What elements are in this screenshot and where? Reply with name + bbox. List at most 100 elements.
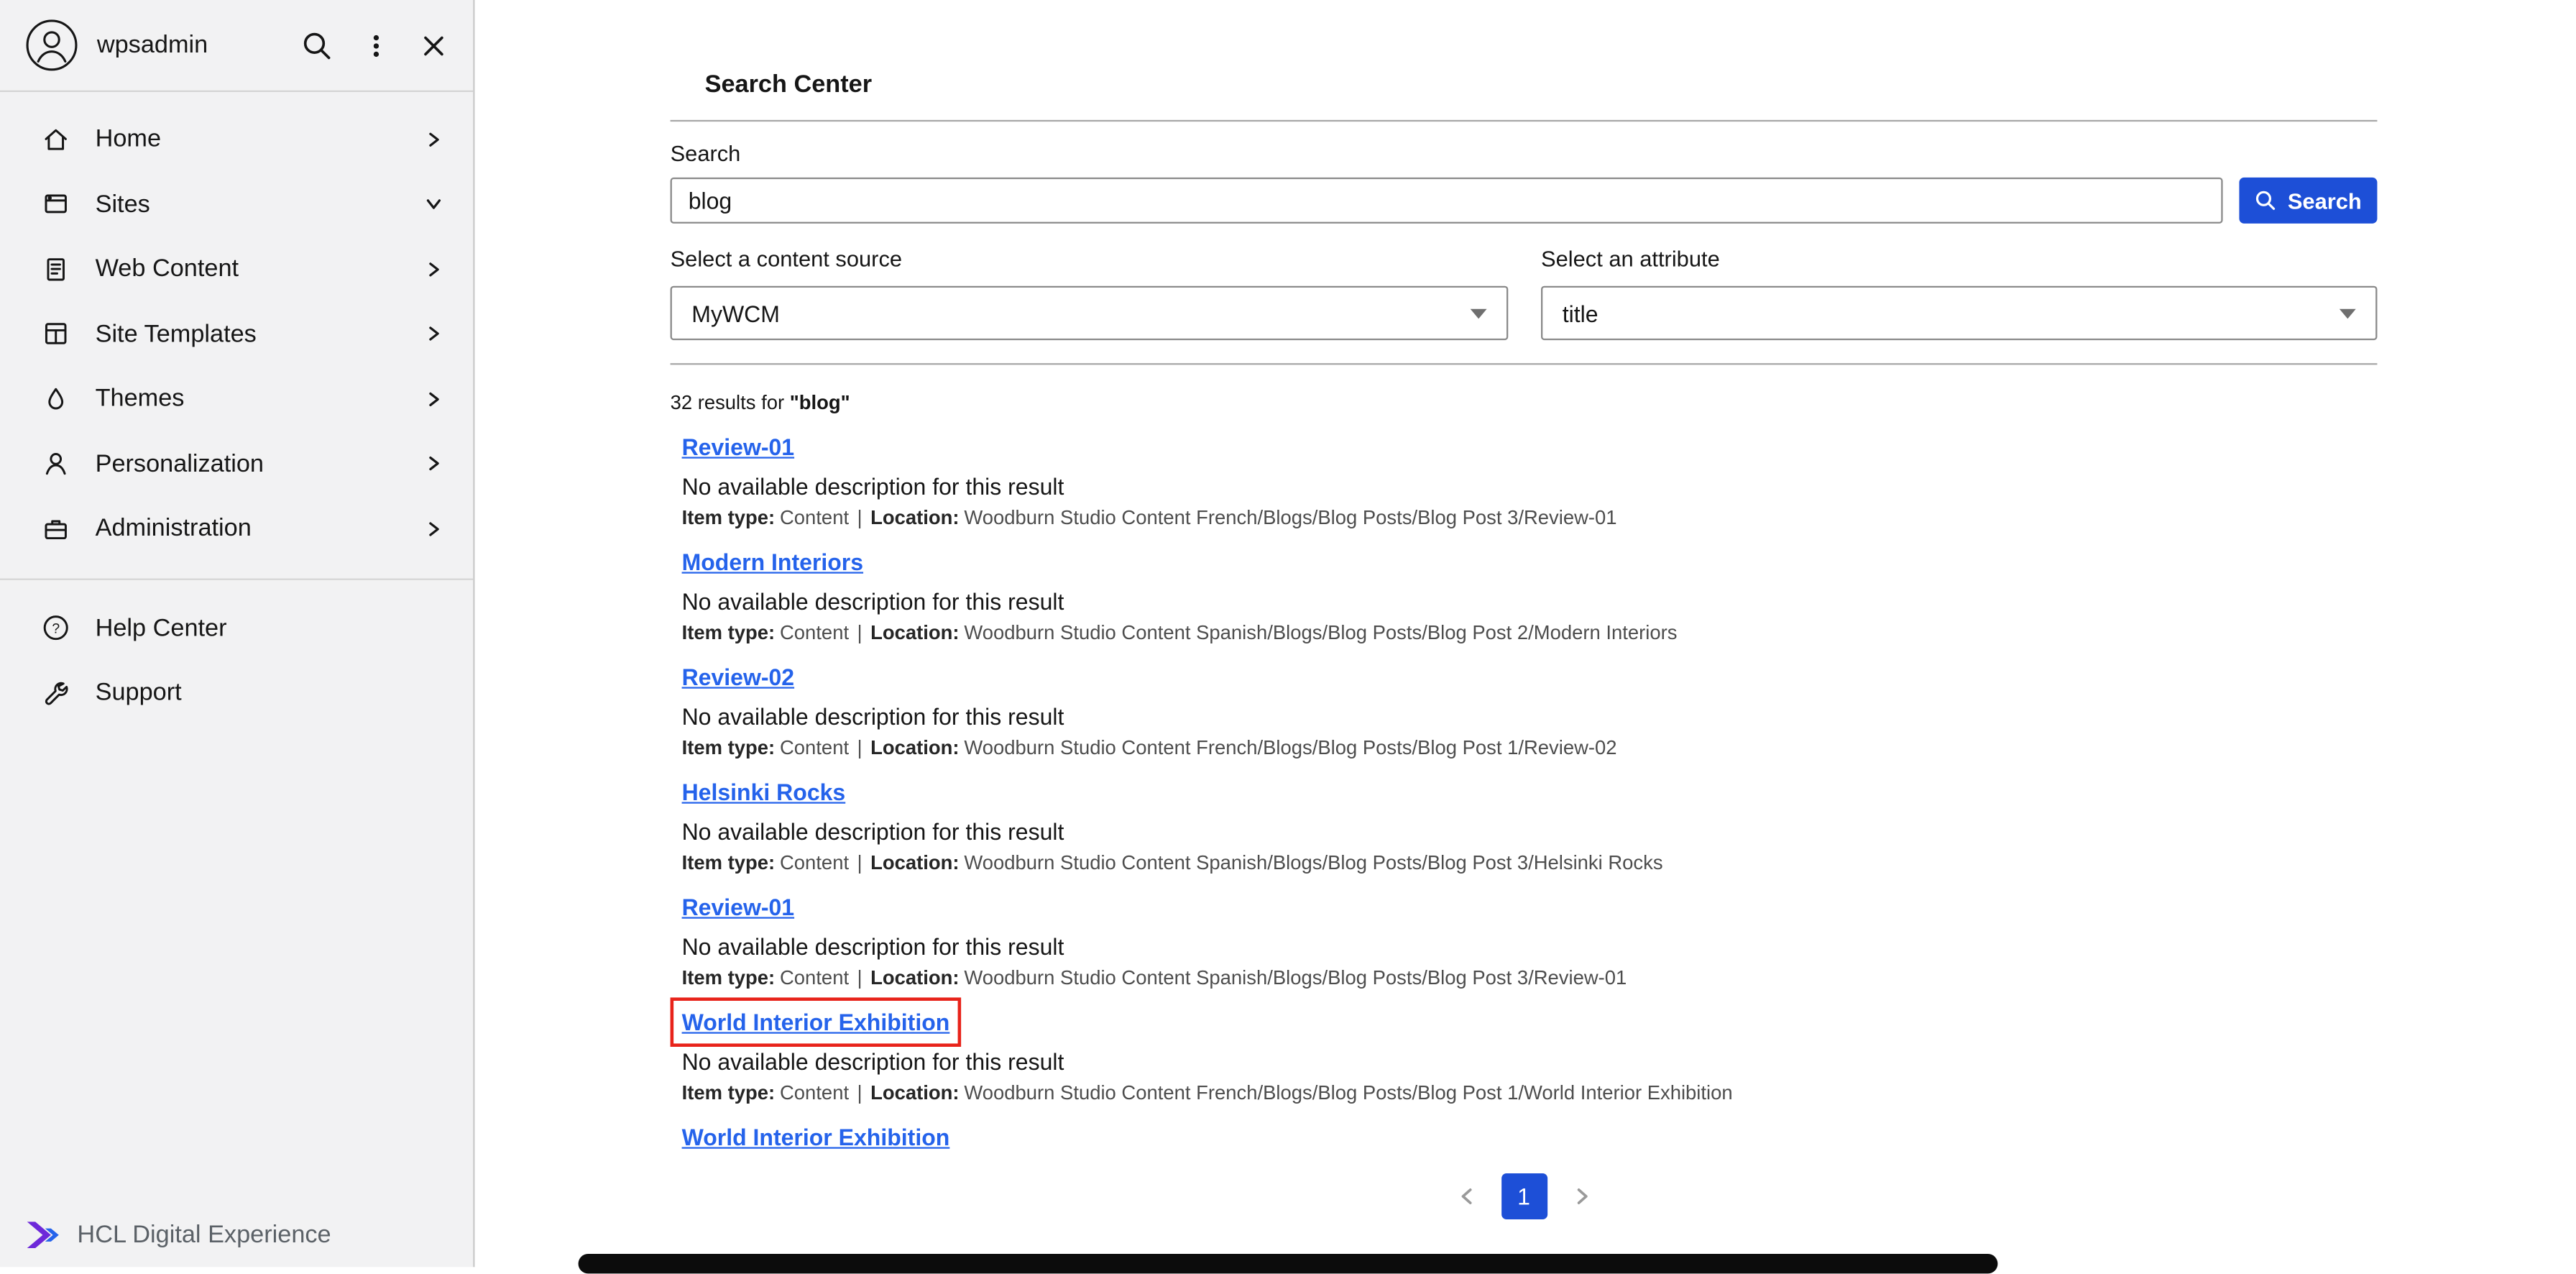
search-button-icon xyxy=(2255,189,2278,212)
item-type-value: Content xyxy=(780,621,849,644)
chevron-right-icon xyxy=(420,515,447,542)
avatar[interactable] xyxy=(24,18,78,72)
location-label: Location: xyxy=(870,966,959,989)
location-label: Location: xyxy=(870,736,959,759)
chevron-down-icon xyxy=(1471,308,1487,318)
search-icon[interactable] xyxy=(300,29,334,62)
location-value: Woodburn Studio Content Spanish/Blogs/Bl… xyxy=(964,851,1662,874)
attribute-label: Select an attribute xyxy=(1541,247,2377,271)
search-button[interactable]: Search xyxy=(2239,178,2377,224)
result-title-link[interactable]: Review-01 xyxy=(682,434,795,460)
search-result: Modern Interiors No available descriptio… xyxy=(682,549,2378,664)
sidebar-item-label: Administration xyxy=(96,515,252,543)
support-icon xyxy=(41,678,70,707)
item-type-label: Item type: xyxy=(682,621,776,644)
sidebar-item-themes[interactable]: Themes xyxy=(0,367,473,431)
divider xyxy=(671,120,2378,122)
item-type-value: Content xyxy=(780,851,849,874)
close-icon[interactable] xyxy=(419,30,448,60)
sidebar-item-label: Web Content xyxy=(96,255,239,283)
sidebar-item-personalization[interactable]: Personalization xyxy=(0,431,473,496)
result-title-link[interactable]: World Interior Exhibition xyxy=(682,1124,950,1150)
sites-icon xyxy=(41,189,70,219)
sidebar-item-home[interactable]: Home xyxy=(0,107,473,172)
meta-separator: | xyxy=(857,966,862,989)
attribute-select[interactable]: title xyxy=(1541,286,2377,340)
sidebar-item-label: Themes xyxy=(96,385,185,413)
result-title-link[interactable]: Review-01 xyxy=(682,894,795,920)
sidebar-header: wpsadmin xyxy=(0,0,473,91)
sidebar-item-label: Personalization xyxy=(96,450,264,478)
search-center-panel: Search Center Search Search Select a con… xyxy=(671,0,2378,1219)
sidebar-item-label: Support xyxy=(96,679,182,707)
home-icon xyxy=(41,124,70,154)
meta-separator: | xyxy=(857,1081,862,1104)
sidebar-item-sites[interactable]: Sites xyxy=(0,172,473,237)
item-type-value: Content xyxy=(780,1081,849,1104)
result-title-link[interactable]: World Interior Exhibition xyxy=(682,1009,950,1035)
brand-label: HCL Digital Experience xyxy=(77,1222,331,1250)
sidebar-nav: Home Sites xyxy=(0,92,473,562)
sidebar-item-support[interactable]: Support xyxy=(0,661,473,725)
result-title-link[interactable]: Helsinki Rocks xyxy=(682,779,846,805)
search-result: World Interior Exhibition No available d… xyxy=(682,1009,2378,1124)
username-label: wpsadmin xyxy=(97,31,208,59)
sidebar: wpsadmin xyxy=(0,0,475,1268)
result-title-link[interactable]: Review-02 xyxy=(682,664,795,690)
content-source-field: Select a content source MyWCM xyxy=(671,247,1509,340)
item-type-value: Content xyxy=(780,506,849,529)
location-value: Woodburn Studio Content French/Blogs/Blo… xyxy=(964,736,1616,759)
filters-row: Select a content source MyWCM Select an … xyxy=(671,247,2378,340)
meta-separator: | xyxy=(857,736,862,759)
sidebar-item-site-templates[interactable]: Site Templates xyxy=(0,301,473,366)
chevron-right-icon xyxy=(420,256,447,283)
search-result: Helsinki Rocks No available description … xyxy=(682,779,2378,894)
search-input[interactable] xyxy=(671,178,2223,224)
result-title-link[interactable]: Modern Interiors xyxy=(682,549,864,575)
item-type-label: Item type: xyxy=(682,736,776,759)
result-meta: Item type:Content|Location:Woodburn Stud… xyxy=(682,621,2378,644)
divider xyxy=(671,363,2378,365)
sidebar-item-label: Home xyxy=(96,125,161,153)
item-type-value: Content xyxy=(780,966,849,989)
search-result: Review-02 No available description for t… xyxy=(682,664,2378,779)
location-value: Woodburn Studio Content French/Blogs/Blo… xyxy=(964,1081,1732,1104)
sidebar-item-help-center[interactable]: ? Help Center xyxy=(0,596,473,661)
site-templates-icon xyxy=(41,319,70,349)
results-count: 32 results for "blog" xyxy=(671,391,2378,414)
themes-icon xyxy=(41,384,70,413)
result-description: No available description for this result xyxy=(682,933,2378,960)
meta-separator: | xyxy=(857,851,862,874)
sidebar-item-administration[interactable]: Administration xyxy=(0,496,473,561)
main-area: Search Center Search Search Select a con… xyxy=(475,0,2576,1268)
meta-separator: | xyxy=(857,621,862,644)
sidebar-item-web-content[interactable]: Web Content xyxy=(0,237,473,301)
sidebar-item-label: Sites xyxy=(96,191,150,219)
personalization-icon xyxy=(41,449,70,479)
meta-separator: | xyxy=(857,506,862,529)
item-type-label: Item type: xyxy=(682,966,776,989)
previous-page-icon[interactable] xyxy=(1447,1173,1486,1219)
location-value: Woodburn Studio Content Spanish/Blogs/Bl… xyxy=(964,621,1677,644)
result-description: No available description for this result xyxy=(682,588,2378,615)
result-meta: Item type:Content|Location:Woodburn Stud… xyxy=(682,851,2378,874)
item-type-label: Item type: xyxy=(682,506,776,529)
chevron-right-icon xyxy=(420,386,447,413)
hcl-logo-icon xyxy=(24,1219,64,1253)
location-label: Location: xyxy=(870,1081,959,1104)
item-type-label: Item type: xyxy=(682,1081,776,1104)
result-description: No available description for this result xyxy=(682,818,2378,845)
result-description: No available description for this result xyxy=(682,473,2378,500)
search-field-label: Search xyxy=(671,142,2378,166)
result-description: No available description for this result xyxy=(682,1048,2378,1075)
result-meta: Item type:Content|Location:Woodburn Stud… xyxy=(682,736,2378,759)
sidebar-item-label: Help Center xyxy=(96,614,227,642)
content-source-select[interactable]: MyWCM xyxy=(671,286,1509,340)
search-row: Search xyxy=(671,178,2378,224)
results-count-prefix: 32 results for xyxy=(671,391,785,414)
next-page-icon[interactable] xyxy=(1562,1173,1601,1219)
svg-text:?: ? xyxy=(52,621,60,637)
kebab-menu-icon[interactable] xyxy=(362,30,391,60)
content-source-label: Select a content source xyxy=(671,247,1509,271)
page-number-button[interactable]: 1 xyxy=(1501,1173,1547,1219)
